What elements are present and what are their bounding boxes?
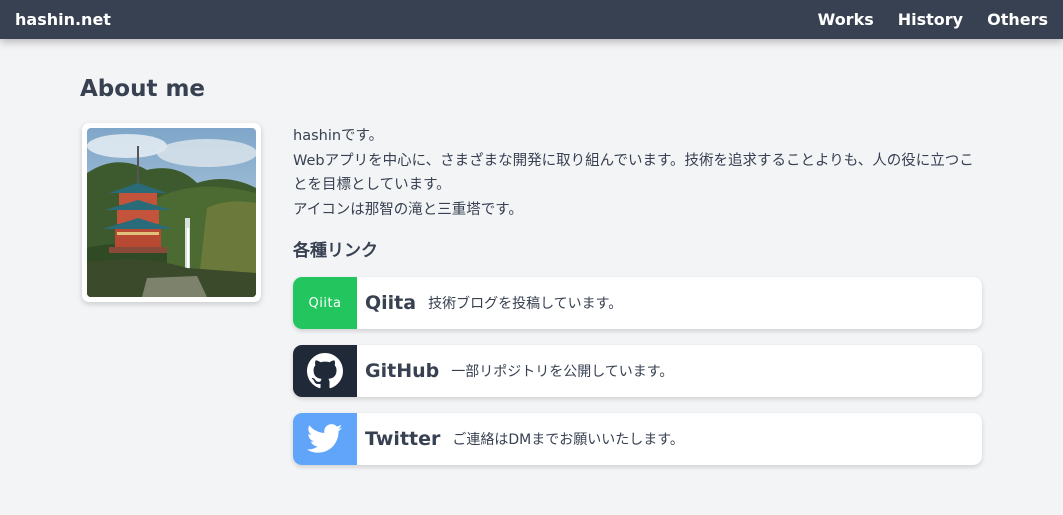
intro-line-2: Webアプリを中心に、さまざまな開発に取り組んでいます。技術を追求することよりも… <box>293 152 974 194</box>
nav-link-history[interactable]: History <box>898 10 963 29</box>
twitter-link-card[interactable]: Twitter ご連絡はDMまでお願いいたします。 <box>293 413 982 465</box>
top-navbar: hashin.net Works History Others <box>0 0 1063 39</box>
link-name: GitHub <box>365 360 440 382</box>
link-name: Qiita <box>365 292 417 314</box>
site-brand-link[interactable]: hashin.net <box>15 10 111 29</box>
nav-links: Works History Others <box>818 10 1048 29</box>
nav-link-others[interactable]: Others <box>987 10 1048 29</box>
page-title: About me <box>80 76 206 102</box>
pagoda-waterfall-photo <box>87 128 256 297</box>
links-heading: 各種リンク <box>293 241 378 261</box>
intro-text: hashinです。 Webアプリを中心に、さまざまな開発に取り組んでいます。技術… <box>293 124 988 222</box>
link-name: Twitter <box>365 428 441 450</box>
link-description: 一部リポジトリを公開しています。 <box>451 364 674 380</box>
intro-line-3: アイコンは那智の滝と三重塔です。 <box>293 201 523 218</box>
github-icon <box>293 345 357 397</box>
avatar <box>82 123 261 302</box>
link-description: 技術ブログを投稿しています。 <box>428 296 623 312</box>
qiita-logo-text: Qiita <box>308 295 342 311</box>
link-description: ご連絡はDMまでお願いいたします。 <box>452 432 684 448</box>
github-link-card[interactable]: GitHub 一部リポジトリを公開しています。 <box>293 345 982 397</box>
qiita-link-card[interactable]: Qiita Qiita 技術ブログを投稿しています。 <box>293 277 982 329</box>
qiita-logo: Qiita <box>293 277 357 329</box>
nav-link-works[interactable]: Works <box>818 10 874 29</box>
intro-line-1: hashinです。 <box>293 128 384 144</box>
twitter-bird-icon <box>293 413 357 465</box>
